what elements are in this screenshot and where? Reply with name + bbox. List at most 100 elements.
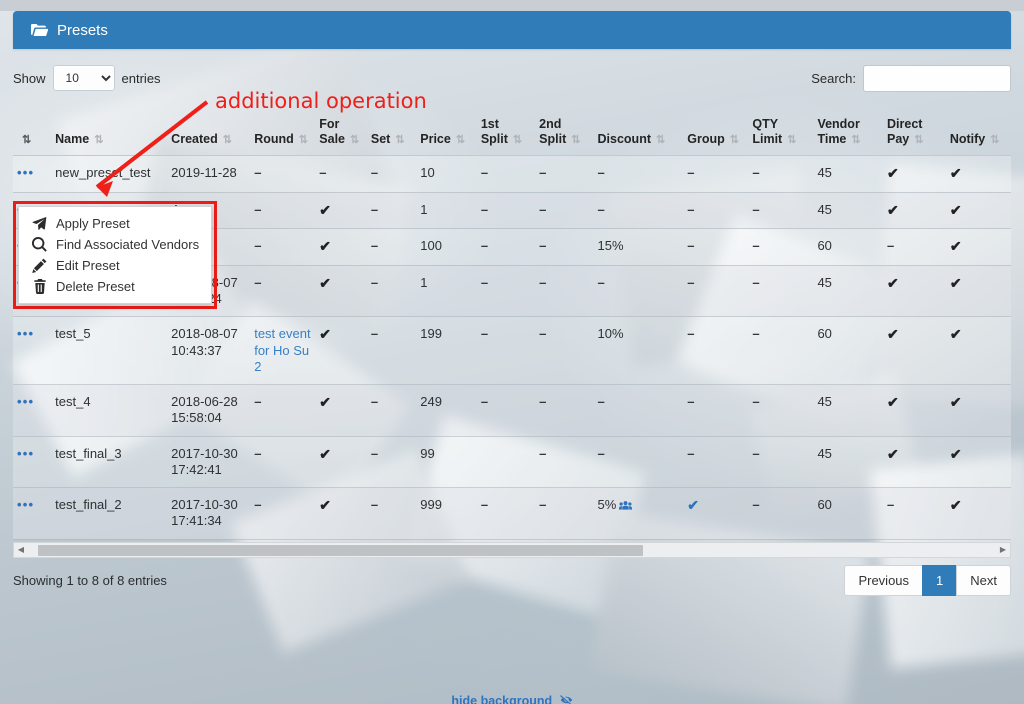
column-header-2nd-split[interactable]: 2nd Split ⇅ [535,99,594,157]
table-footer: Showing 1 to 8 of 8 entries Previous 1 N… [13,564,1011,596]
dash-placeholder: – [539,274,547,290]
cell-discount: – [593,265,684,318]
row-actions-cell[interactable]: ••• [13,384,52,437]
column-header-qty-limit[interactable]: QTY Limit ⇅ [748,99,814,157]
column-header-price[interactable]: Price ⇅ [416,99,477,157]
dash-placeholder: – [254,274,262,290]
page-length-control: Show 10 25 50 100 entries [13,65,161,91]
row-actions-cell[interactable]: ••• [13,487,52,540]
row-actions-cell[interactable]: ••• [13,436,52,489]
row-actions-button[interactable]: ••• [17,446,34,461]
dash-placeholder: – [319,165,327,181]
row-actions-button[interactable]: ••• [17,165,34,180]
column-header-created[interactable]: Created ⇅ [167,99,251,157]
cell-direct-pay: ✔ [883,436,946,489]
cell-qty-limit: – [748,487,814,540]
dash-placeholder: – [752,201,760,217]
trash-icon [31,279,48,294]
column-header-1st-split[interactable]: 1st Split ⇅ [476,99,536,157]
column-label: 1st Split [480,117,508,146]
cell-price: 99 [416,436,477,489]
scrollbar-track[interactable] [30,544,994,556]
cell-set: – [366,384,417,437]
cell-discount: 5% [593,487,684,540]
pagination-next[interactable]: Next [956,564,1011,596]
cell-set: – [366,487,417,540]
sort-icon: ⇅ [395,133,405,146]
table-scroll-container: ⇅ Name ⇅ Created ⇅ Round ⇅ For Sale ⇅ Se… [13,99,1011,540]
dash-placeholder: – [887,497,895,513]
menu-item-find-associated-vendors[interactable]: Find Associated Vendors [19,234,211,255]
cell-name: test_5 [51,316,168,386]
check-icon: ✔ [949,165,962,182]
column-header-direct-pay[interactable]: Direct Pay ⇅ [883,99,946,157]
presets-table: ⇅ Name ⇅ Created ⇅ Round ⇅ For Sale ⇅ Se… [13,99,1011,540]
column-header-group[interactable]: Group ⇅ [683,99,749,157]
table-row[interactable]: ••• test_4 2018-06-28 15:58:04– ✔ –249– – – – –4… [13,384,1011,437]
users-icon [619,499,633,514]
cell-group: – [683,155,749,193]
menu-item-edit-preset[interactable]: Edit Preset [19,255,211,276]
cell-notify: ✔ [945,192,1011,230]
folder-open-icon [31,23,48,37]
page-length-select[interactable]: 10 25 50 100 [52,65,115,91]
dash-placeholder: – [597,165,605,181]
column-header-actions[interactable]: ⇅ [13,99,52,157]
horizontal-scrollbar[interactable]: ◀ ▶ [13,541,1011,558]
row-actions-button[interactable]: ••• [17,497,34,512]
eye-slash-icon [556,694,572,704]
page-header: Presets [13,11,1011,49]
row-actions-cell[interactable]: ••• [13,155,52,193]
menu-item-delete-preset[interactable]: Delete Preset [19,276,211,297]
table-row[interactable]: ••• test_final_3 2017-10-30 17:42:41– ✔ –99–… [13,436,1011,489]
table-row[interactable]: ••• test_final_2 2017-10-30 17:41:34– ✔ –999… [13,487,1011,540]
pencil-icon [31,258,48,273]
table-row[interactable]: ••• new_preset_test 2019-11-28– – –10– – – – –45… [13,155,1011,193]
column-header-vendor-time[interactable]: Vendor Time ⇅ [813,99,883,157]
column-label: 2nd Split [539,117,567,146]
table-row[interactable]: ••• test_5 2018-08-07 10:43:37 test event f… [13,316,1011,386]
sort-icon: ⇅ [851,133,861,146]
cell-round: – [250,192,316,230]
column-header-round[interactable]: Round ⇅ [250,99,316,157]
search-input[interactable] [863,64,1011,92]
column-header-name[interactable]: Name ⇅ [51,99,168,157]
cell-created: 2019-11-28 [167,155,251,193]
dash-placeholder: – [254,497,262,513]
check-icon: ✔ [887,326,899,343]
check-icon: ✔ [949,238,962,255]
scroll-left-arrow-icon[interactable]: ◀ [14,545,28,554]
column-header-set[interactable]: Set ⇅ [366,99,417,157]
dash-placeholder: – [539,165,547,181]
cell-1st-split: – [476,228,536,266]
dash-placeholder: – [370,274,379,290]
hide-background-link[interactable]: hide background [451,694,572,704]
round-link[interactable]: test event for Ho Su 2 [254,326,310,374]
entries-info: Showing 1 to 8 of 8 entries [13,572,167,588]
cell-direct-pay: ✔ [883,316,946,386]
scroll-right-arrow-icon[interactable]: ▶ [996,545,1010,554]
dash-placeholder: – [752,445,760,461]
cell-2nd-split: – [535,487,594,540]
cell-direct-pay: – [883,228,946,266]
cell-direct-pay: – [883,487,946,540]
dash-placeholder: – [752,326,760,342]
row-actions-button[interactable]: ••• [17,394,34,409]
dash-placeholder: – [370,394,379,410]
menu-item-apply-preset[interactable]: Apply Preset [19,213,211,234]
column-label: Set [370,131,391,146]
cell-for-sale: ✔ [315,487,367,540]
column-header-notify[interactable]: Notify ⇅ [945,99,1011,157]
dash-placeholder: – [687,274,695,290]
pagination-page-1[interactable]: 1 [922,564,958,596]
dash-placeholder: – [480,394,489,410]
cell-created: 2017-10-30 17:42:41 [167,436,251,489]
column-header-discount[interactable]: Discount ⇅ [593,99,684,157]
cell-qty-limit: – [748,155,814,193]
scrollbar-thumb[interactable] [38,544,643,556]
row-actions-cell[interactable]: ••• [13,316,52,386]
cell-for-sale: ✔ [315,228,367,266]
column-header-for-sale[interactable]: For Sale ⇅ [315,99,367,157]
pagination-previous[interactable]: Previous [844,564,924,596]
row-actions-button[interactable]: ••• [17,326,34,341]
